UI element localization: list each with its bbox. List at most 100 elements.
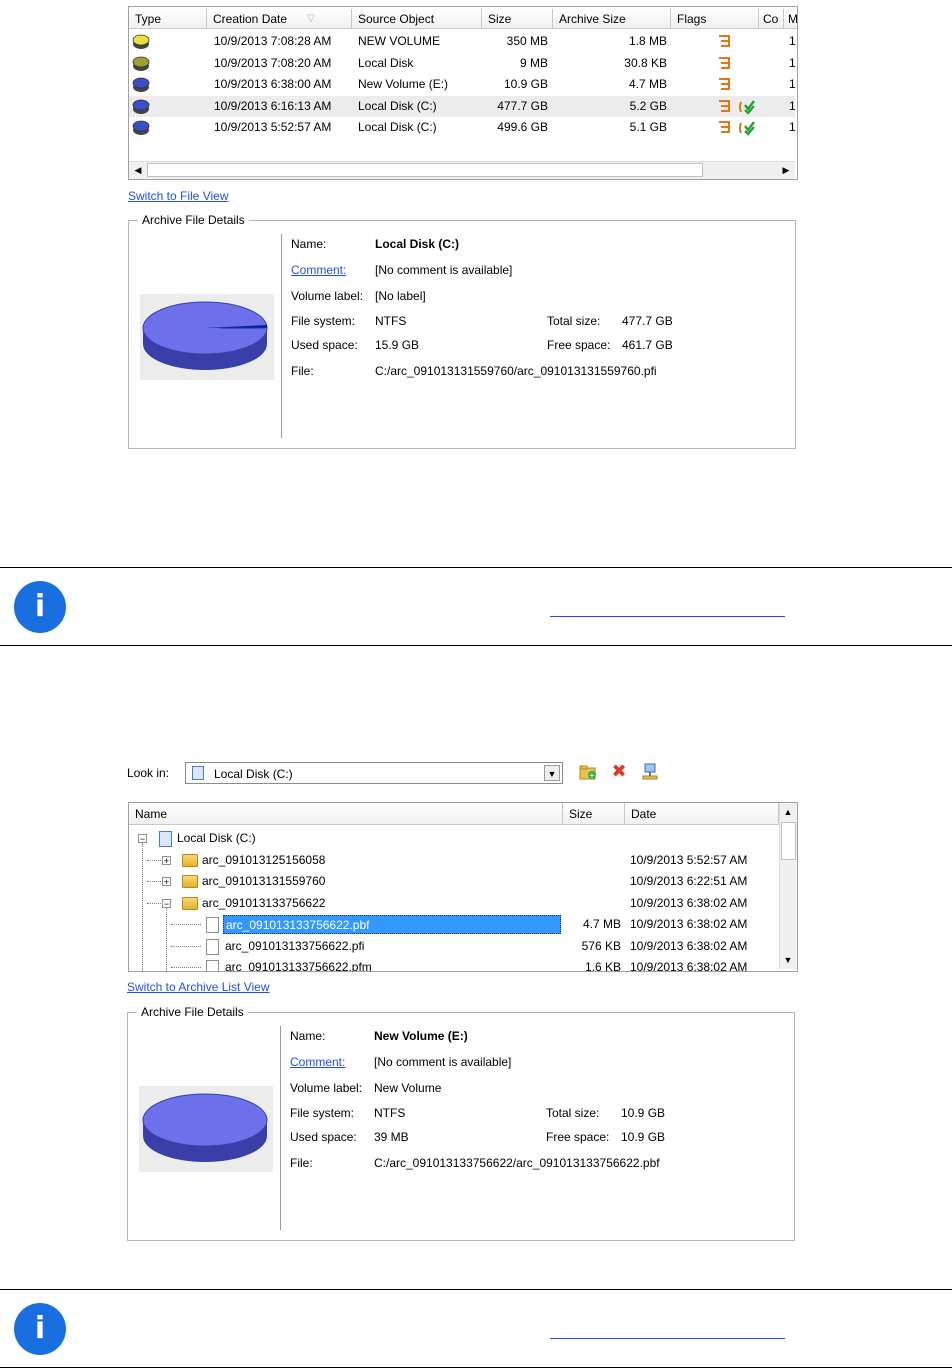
tree-folder-row[interactable]: + arc_091013125156058 10/9/2013 5:52:57 AM [129, 850, 779, 871]
archive-row[interactable]: 10/9/2013 7:08:28 AM NEW VOLUME 350 MB 1.8 … [129, 31, 796, 52]
column-header-comment[interactable]: Co [759, 9, 784, 29]
archive-list[interactable]: Type Creation Date ▽ Source Object Size … [128, 6, 798, 180]
file-system-value: NTFS [375, 314, 407, 328]
collapse-icon[interactable]: − [138, 834, 147, 844]
switch-to-archive-list-link[interactable]: Switch to Archive List View [127, 980, 270, 994]
disk-chart-background [140, 294, 274, 380]
disk-usage-icon [142, 301, 268, 370]
used-space-value: 39 MB [374, 1130, 409, 1144]
file-system-label: File system: [291, 314, 356, 328]
column-header-name[interactable]: Name [129, 803, 563, 825]
column-label: Creation Date [213, 12, 288, 26]
scroll-right-icon[interactable]: ▶ [778, 162, 794, 178]
archive-size-cell: 5.2 GB [629, 99, 667, 113]
tree-item-label: arc_091013133756622 [202, 896, 326, 910]
group-legend: Archive File Details [137, 1005, 248, 1019]
file-tree[interactable]: Name Size Date − Local Disk (C:) + arc_0910… [128, 802, 798, 972]
tree-date-cell: 10/9/2013 6:38:02 AM [630, 917, 748, 931]
note-link-underline[interactable] [550, 616, 785, 617]
network-icon[interactable] [641, 763, 659, 781]
creation-date-cell: 10/9/2013 5:52:57 AM [214, 120, 332, 134]
size-cell: 9 MB [519, 56, 548, 70]
vertical-scrollbar[interactable]: ▲ ▼ [779, 803, 797, 969]
name-label: Name: [291, 237, 327, 251]
scroll-down-icon[interactable]: ▼ [780, 952, 796, 968]
total-size-value: 10.9 GB [621, 1106, 666, 1120]
archive-row[interactable]: 10/9/2013 5:52:57 AM Local Disk (C:) 499.6… [129, 117, 796, 138]
column-header-date[interactable]: Date [625, 803, 779, 825]
delete-icon[interactable]: ✖ [610, 763, 628, 781]
column-header-size[interactable]: Size [563, 803, 625, 825]
comment-link[interactable]: Comment: [291, 263, 346, 277]
tree-file-row[interactable]: arc_091013133756622.pbf 4.7 MB 10/9/2013 6… [129, 914, 779, 935]
file-system-value: NTFS [374, 1106, 406, 1120]
tree-date-cell: 10/9/2013 6:38:02 AM [630, 939, 748, 953]
column-header-archive-size[interactable]: Archive Size [553, 9, 671, 29]
column-header-size[interactable]: Size [482, 9, 553, 29]
expand-icon[interactable]: + [162, 856, 171, 866]
column-header-flags[interactable]: Flags [671, 9, 759, 29]
tree-item-label: arc_091013133756622.pfi [225, 939, 365, 953]
scrollbar-thumb[interactable] [147, 163, 703, 177]
folder-icon [182, 854, 198, 867]
new-folder-icon[interactable]: + [579, 764, 597, 780]
drive-icon [159, 831, 172, 847]
chevron-down-icon[interactable]: ▼ [544, 765, 560, 781]
details-divider [280, 1026, 281, 1230]
tree-item-label: arc_091013125156058 [202, 853, 326, 867]
tree-file-row[interactable]: arc_091013133756622.pfi 576 KB 10/9/2013 6… [129, 936, 779, 957]
total-size-value: 477.7 GB [622, 314, 673, 328]
archive-row[interactable]: 10/9/2013 6:38:00 AM New Volume (E:) 10.9 … [129, 74, 796, 95]
tree-item-label: arc_091013133756622.pbf [223, 915, 561, 934]
scrollbar-thumb[interactable] [781, 822, 796, 860]
horizontal-scrollbar[interactable]: ◀ ▶ [129, 161, 795, 179]
free-space-label: Free space: [547, 338, 611, 352]
collapse-icon[interactable]: − [162, 899, 171, 909]
scroll-up-icon[interactable]: ▲ [780, 804, 796, 820]
tree-date-cell: 10/9/2013 5:52:57 AM [630, 853, 748, 867]
tree-file-row[interactable]: arc_091013133756622.pfm 1.6 KB 10/9/2013 6… [129, 957, 779, 972]
info-icon: i [14, 581, 66, 633]
file-icon [206, 917, 219, 933]
source-object-cell: Local Disk [358, 56, 414, 70]
free-space-value: 461.7 GB [622, 338, 673, 352]
tree-line [171, 967, 201, 968]
source-object-cell: Local Disk (C:) [358, 99, 437, 113]
look-in-value: Local Disk (C:) [214, 767, 293, 781]
file-label: File: [290, 1156, 313, 1170]
m-cell: 1 [789, 34, 796, 48]
scroll-left-icon[interactable]: ◀ [130, 162, 146, 178]
archive-size-cell: 5.1 GB [629, 120, 667, 134]
flag-icon [717, 120, 733, 143]
disk-chart-background [139, 1086, 273, 1172]
tree-size-cell: 4.7 MB [582, 917, 621, 931]
tree-root[interactable]: − Local Disk (C:) [129, 828, 779, 849]
tree-line [147, 881, 161, 882]
comment-link[interactable]: Comment: [290, 1055, 345, 1069]
archive-size-cell: 4.7 MB [628, 77, 667, 91]
switch-to-file-view-link[interactable]: Switch to File View [128, 189, 228, 203]
archive-row[interactable]: 10/9/2013 6:16:13 AM Local Disk (C:) 477.7… [129, 96, 796, 117]
file-label: File: [291, 364, 314, 378]
archive-row[interactable]: 10/9/2013 7:08:20 AM Local Disk 9 MB 30.8 K… [129, 53, 796, 74]
tree-size-cell: 576 KB [581, 939, 621, 953]
size-cell: 10.9 GB [503, 77, 548, 91]
look-in-dropdown[interactable]: Local Disk (C:) ▼ [185, 762, 563, 784]
column-header-type[interactable]: Type [129, 9, 207, 29]
verified-flag-icon [738, 120, 756, 143]
file-system-label: File system: [290, 1106, 355, 1120]
expand-icon[interactable]: + [162, 877, 171, 887]
sort-arrow-icon: ▽ [307, 13, 315, 24]
column-header-creation-date[interactable]: Creation Date ▽ [207, 9, 352, 29]
creation-date-cell: 10/9/2013 7:08:28 AM [214, 34, 332, 48]
tree-folder-row[interactable]: + arc_091013131559760 10/9/2013 6:22:51 AM [129, 871, 779, 892]
note-link-underline[interactable] [550, 1338, 785, 1339]
used-space-label: Used space: [290, 1130, 357, 1144]
volume-label-label: Volume label: [291, 289, 364, 303]
volume-label-value: New Volume [374, 1081, 442, 1095]
tree-folder-row[interactable]: − arc_091013133756622 10/9/2013 6:38:02 AM [129, 893, 779, 914]
m-cell: 1 [789, 99, 796, 113]
column-header-source-object[interactable]: Source Object [352, 9, 482, 29]
tree-item-label: arc_091013133756622.pfm [225, 960, 372, 972]
column-header-m[interactable]: M [784, 9, 797, 29]
